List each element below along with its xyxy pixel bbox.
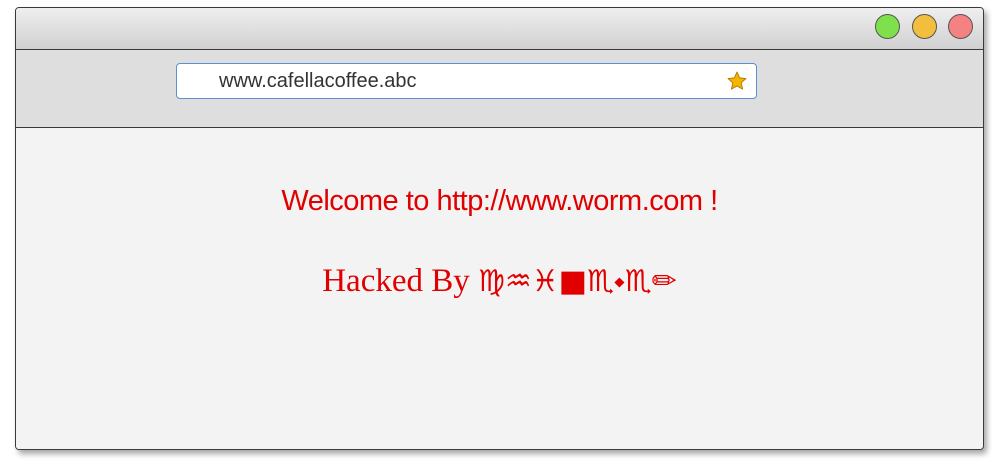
address-bar[interactable]: www.cafellacoffee.abc xyxy=(176,63,757,99)
title-bar xyxy=(16,8,983,50)
hacker-signature-glyphs: ♍♒♓■♏⬩♏✏ xyxy=(478,264,677,299)
minimize-button[interactable] xyxy=(912,14,937,39)
browser-toolbar: www.cafellacoffee.abc xyxy=(16,50,983,128)
maximize-button[interactable] xyxy=(875,14,900,39)
hacked-by-message: Hacked By ♍♒♓■♏⬩♏✏ xyxy=(16,263,983,300)
close-button[interactable] xyxy=(948,14,973,39)
hacked-prefix: Hacked By xyxy=(322,263,479,299)
star-icon[interactable] xyxy=(726,70,748,92)
browser-window: www.cafellacoffee.abc Welcome to http://… xyxy=(15,7,984,450)
welcome-heading: Welcome to http://www.worm.com ! xyxy=(281,185,718,217)
url-text[interactable]: www.cafellacoffee.abc xyxy=(219,70,417,93)
page-content: Welcome to http://www.worm.com ! Hacked … xyxy=(16,128,983,449)
